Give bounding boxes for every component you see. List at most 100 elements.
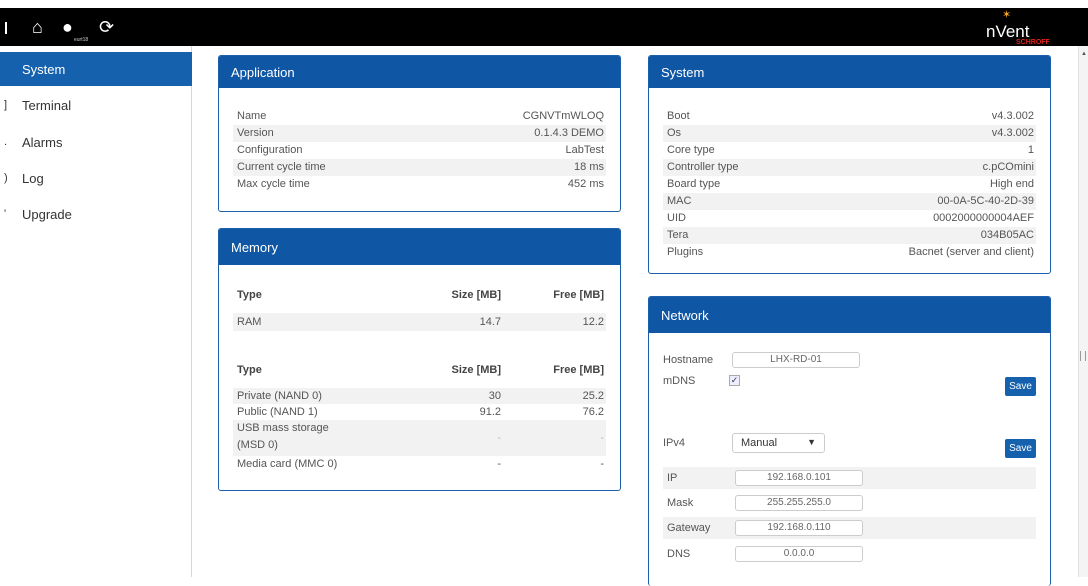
row-value: High end (989, 178, 1034, 190)
ipv4-mode-value: Manual (741, 437, 778, 449)
system-panel: System Boot v4.3.002 Os v4.3.002 Core ty… (648, 55, 1051, 274)
mdns-label: mDNS (663, 375, 696, 387)
hostname-label: Hostname (663, 354, 714, 366)
scroll-thumb[interactable] (1080, 351, 1086, 361)
cell: - (497, 458, 501, 470)
table-row: Media card (MMC 0) - - (233, 456, 606, 472)
table-row: MAC 00-0A-5C-40-2D-39 (663, 193, 1036, 210)
table-row: Max cycle time 452 ms (233, 176, 606, 193)
sidebar-item-label: Upgrade (22, 207, 72, 222)
table-row: Core type 1 (663, 142, 1036, 159)
memory-panel: Memory Type Size [MB] Free [MB] RAM 14.7… (218, 228, 621, 491)
row-value: 18 ms (574, 161, 604, 173)
row-key: Core type (667, 144, 715, 156)
mask-label: Mask (667, 497, 694, 509)
dns-label: DNS (667, 548, 691, 560)
cell: Media card (MMC 0) (237, 458, 338, 470)
bullet-icon: ) (4, 172, 8, 184)
mdns-checkbox[interactable]: ✓ (729, 375, 740, 386)
page-scrollbar[interactable]: ▲ (1078, 46, 1088, 577)
row-key: Controller type (667, 161, 739, 173)
row-value: LabTest (565, 144, 604, 156)
top-bar: ⌂ ● eurt18 ⟳ (0, 8, 1088, 46)
ip-input[interactable]: 192.168.0.101 (735, 470, 863, 486)
cell: USB mass storage (237, 422, 329, 434)
row-key: Name (237, 110, 267, 122)
caret-down-icon: ▼ (807, 437, 816, 447)
sun-icon: ✶ (1002, 9, 1012, 21)
row-value: v4.3.002 (991, 110, 1034, 122)
table-row: RAM 14.7 12.2 (233, 313, 606, 331)
sidebar-item-label: Terminal (22, 98, 72, 113)
gateway-input[interactable]: 192.168.0.110 (735, 520, 863, 536)
panel-title: Memory (219, 229, 620, 265)
cell: 76.2 (582, 406, 604, 418)
sidebar-item-alarms[interactable]: . Alarms (0, 125, 192, 159)
user-icon[interactable]: ● (62, 18, 73, 36)
row-value: 00-0A-5C-40-2D-39 (937, 195, 1034, 207)
save-mdns-button[interactable]: Save (1005, 377, 1036, 396)
cell: RAM (237, 316, 262, 328)
row-key: Version (237, 127, 274, 139)
ipv4-mode-select[interactable]: Manual ▼ (732, 433, 825, 453)
home-icon[interactable]: ⌂ (32, 18, 43, 36)
row-key: Configuration (237, 144, 303, 156)
hostname-input[interactable]: LHX-RD-01 (732, 352, 860, 368)
ipv4-label: IPv4 (663, 437, 686, 449)
save-ipv4-button[interactable]: Save (1005, 439, 1036, 458)
mask-row: Mask 255.255.255.0 (663, 492, 1036, 514)
cell: Private (NAND 0) (237, 390, 322, 402)
sidebar-item-label: Alarms (22, 135, 63, 150)
row-key: Max cycle time (237, 178, 310, 190)
menu-toggle-icon[interactable] (5, 22, 7, 34)
ip-row: IP 192.168.0.101 (663, 467, 1036, 489)
cell: 14.7 (479, 316, 501, 328)
table-row: Plugins Bacnet (server and client) (663, 244, 1036, 261)
cell: 25.2 (582, 390, 604, 402)
scroll-up-icon[interactable]: ▲ (1081, 51, 1087, 57)
table-row: Public (NAND 1) 91.2 76.2 (233, 404, 606, 420)
bullet-icon: ] (4, 99, 8, 111)
cell: Public (NAND 1) (237, 406, 318, 418)
table-row: Controller type c.pCOmini (663, 159, 1036, 176)
sidebar-item-upgrade[interactable]: ' Upgrade (0, 197, 192, 231)
dns-row: DNS 0.0.0.0 (663, 543, 1036, 565)
table-row: Current cycle time 18 ms (233, 159, 606, 176)
user-label: eurt18 (74, 37, 89, 43)
sidebar-item-label: System (22, 62, 66, 77)
bullet-icon: ' (4, 208, 7, 220)
sidebar-item-system[interactable]: System (0, 52, 192, 86)
table-row: Version 0.1.4.3 DEMO (233, 125, 606, 142)
dns-input[interactable]: 0.0.0.0 (735, 546, 863, 562)
column-header: Size [MB] (451, 289, 502, 301)
column-header: Free [MB] (553, 364, 604, 376)
row-key: Os (667, 127, 682, 139)
table-row: Boot v4.3.002 (663, 108, 1036, 125)
cell: 30 (488, 390, 501, 402)
gateway-row: Gateway 192.168.0.110 (663, 517, 1036, 539)
row-key: Current cycle time (237, 161, 326, 173)
table-row: Configuration LabTest (233, 142, 606, 159)
mask-input[interactable]: 255.255.255.0 (735, 495, 863, 511)
logo-sub: SCHROFF (1016, 39, 1050, 46)
memory-table-header: Type Size [MB] Free [MB] (233, 364, 606, 382)
row-key: UID (667, 212, 686, 224)
row-value: Bacnet (server and client) (908, 246, 1034, 258)
cell: 12.2 (582, 316, 604, 328)
panel-title: Application (219, 56, 620, 88)
sidebar-item-terminal[interactable]: ] Terminal (0, 88, 192, 122)
column-header: Type (237, 289, 262, 301)
table-row: Tera 034B05AC (663, 227, 1036, 244)
cell: - (600, 432, 604, 444)
ip-label: IP (667, 472, 678, 484)
table-row: Os v4.3.002 (663, 125, 1036, 142)
refresh-icon[interactable]: ⟳ (99, 18, 114, 36)
table-row: Name CGNVTmWLOQ (233, 108, 606, 125)
row-value: v4.3.002 (991, 127, 1034, 139)
row-value: c.pCOmini (982, 161, 1034, 173)
sidebar-item-log[interactable]: ) Log (0, 161, 192, 195)
panel-title: System (649, 56, 1050, 88)
row-key: Board type (667, 178, 721, 190)
bullet-icon: . (4, 136, 8, 148)
row-value: 0002000000004AEF (933, 212, 1034, 224)
